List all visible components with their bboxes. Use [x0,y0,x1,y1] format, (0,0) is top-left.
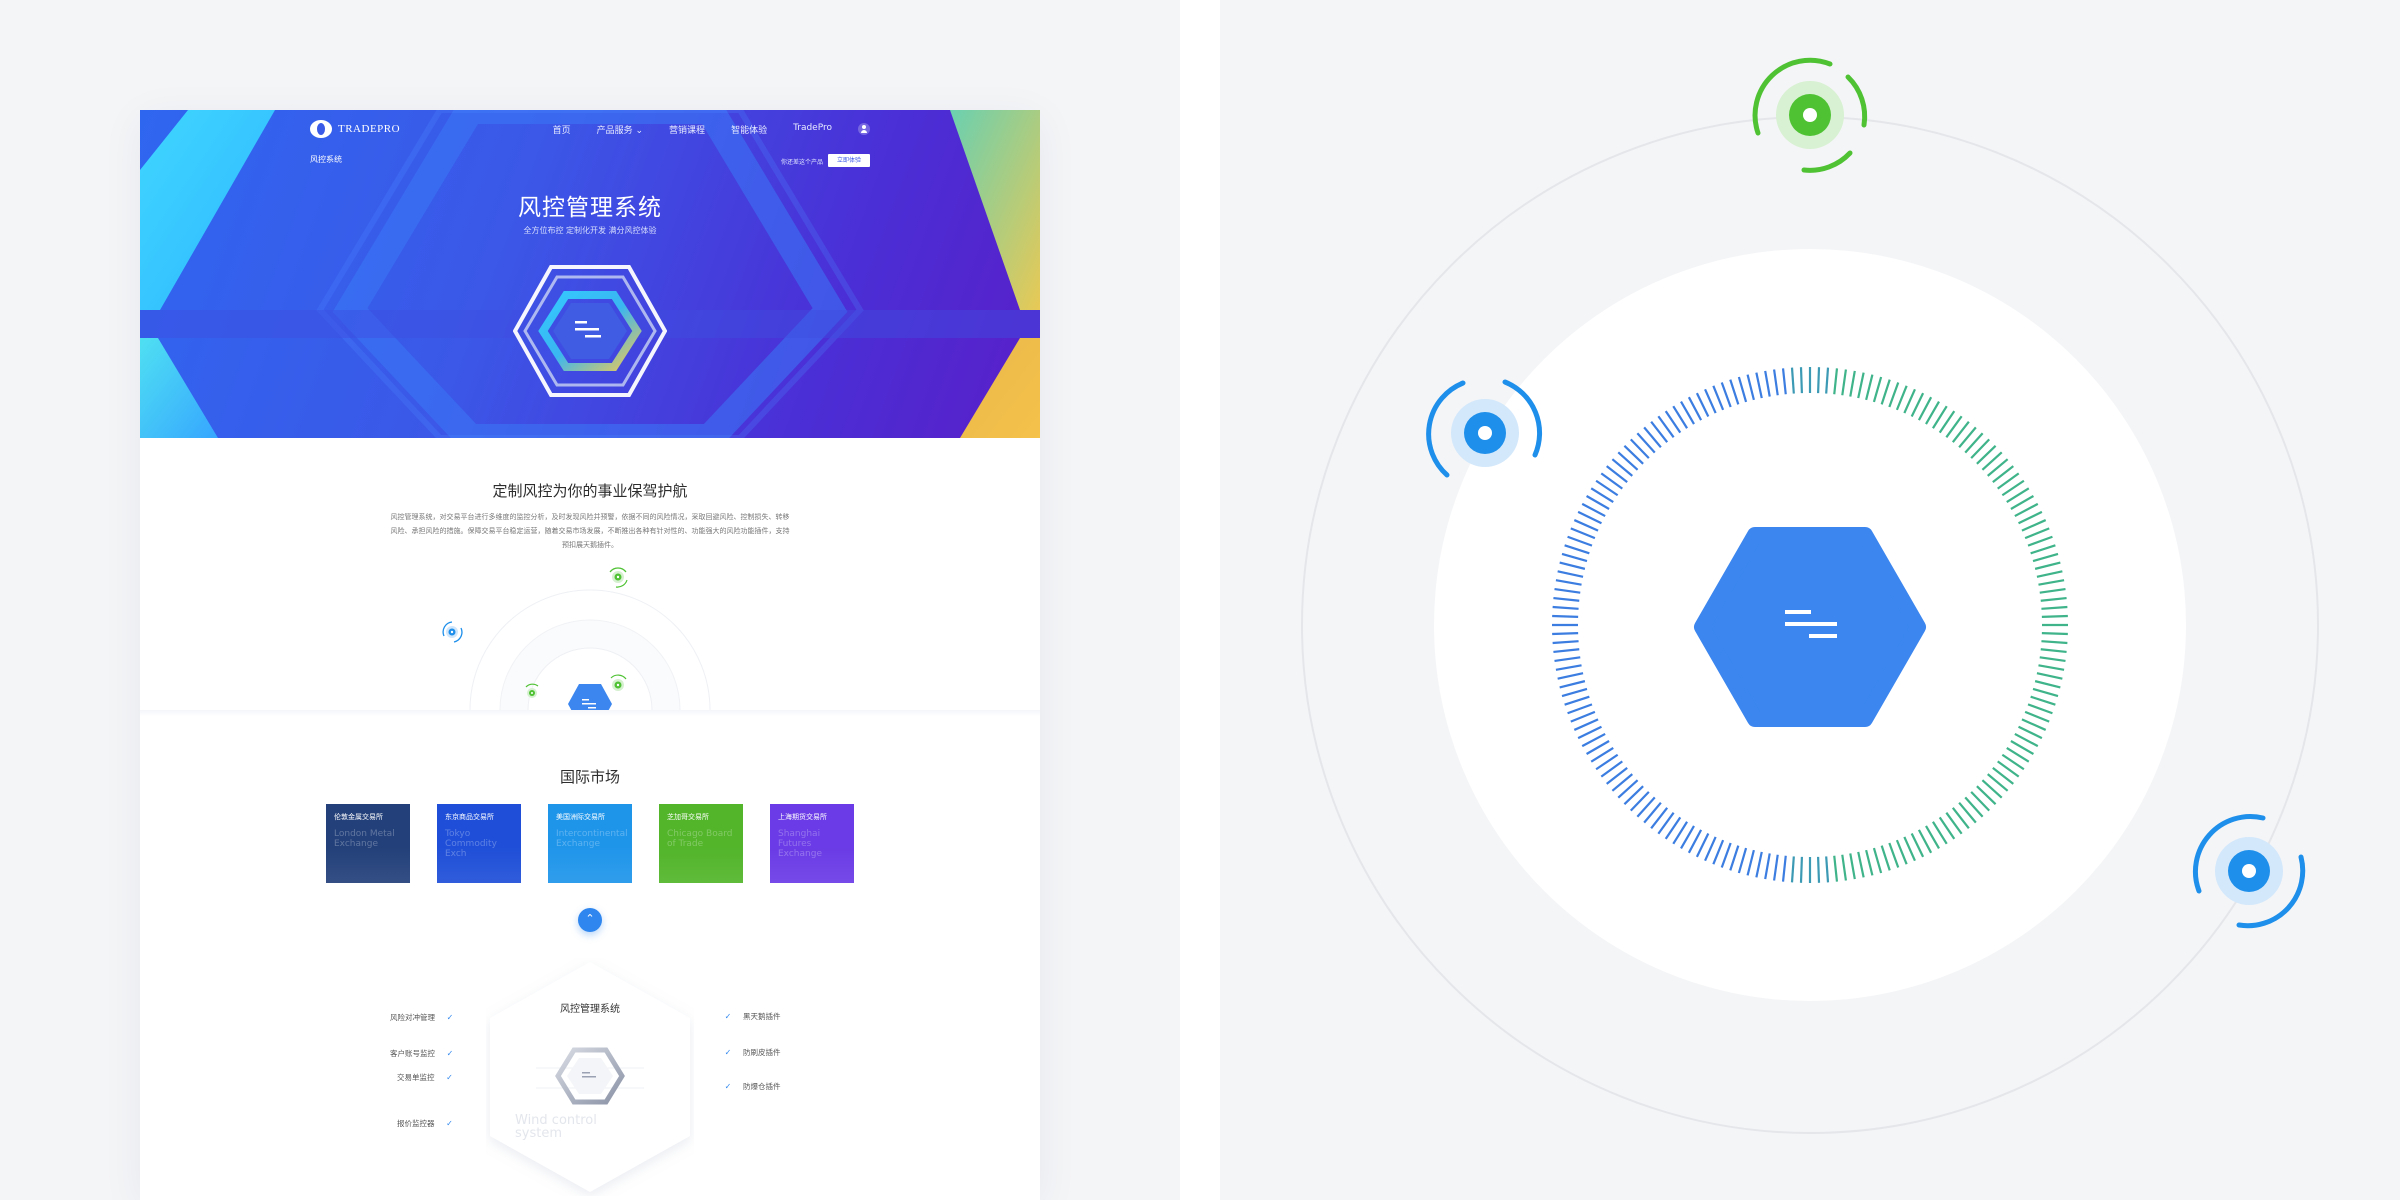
check-icon: ✓ [446,1048,454,1058]
market-card-name: 上海期货交易所 [778,813,827,821]
check-icon: ✓ [724,1011,732,1021]
tick-mark [1816,856,1821,883]
feature-label: 黑天鹅插件 [743,1012,781,1021]
tick-mark [1552,631,1579,636]
feature-left-3: 交易单监控 ✓ [397,1072,455,1083]
try-now-button[interactable]: 立即体验 [828,154,870,167]
check-icon: ✓ [446,1118,453,1128]
user-icon[interactable] [858,123,870,135]
logo-text: TRADEPRO [338,123,401,135]
market-card-english: London Metal Exchange [334,829,395,849]
market-card-english: Shanghai Futures Exchange [778,829,822,859]
risk-diagram-large [1301,57,2319,1134]
tick-mark [1816,367,1821,394]
market-card-cbot[interactable]: 芝加哥交易所 Chicago Board of Trade [659,804,743,883]
intro-title: 定制风控为你的事业保驾护航 [492,482,688,500]
feature-label: 交易单监控 [397,1073,435,1082]
tick-mark [1799,367,1804,394]
feature-title: 风控管理系统 [560,1004,620,1015]
check-icon: ✓ [446,1012,454,1022]
hero-hexagon-icon [513,265,667,397]
chevron-down-icon: ⌄ [635,126,644,136]
feature-left-2: 客户账号监控 ✓ [390,1048,455,1059]
feature-right-2: ✓ 防刷皮插件 [723,1047,781,1058]
left-panel: TRADEPRO 首页 产品服务 ⌄ 营销课程 智能体验 TradePro 风控… [0,0,1180,1200]
top-navigation: TRADEPRO 首页 产品服务 ⌄ 营销课程 智能体验 TradePro [140,110,1040,150]
feature-label: 防刷皮插件 [743,1048,781,1057]
green-node-icon [1752,57,1868,173]
market-card-name: 芝加哥交易所 [667,813,709,821]
market-card-shfe[interactable]: 上海期货交易所 Shanghai Futures Exchange [770,804,854,883]
intro-description: 风控管理系统，对交易平台进行多维度的监控分析，及时发现风险并预警，依据不同的风险… [390,513,790,549]
tick-mark [1552,614,1579,619]
feature-right-1: ✓ 黑天鹅插件 [723,1011,781,1022]
logo-icon [310,120,332,138]
right-panel-zoom [1220,0,2400,1200]
market-card-name: 美国洲际交易所 [556,813,605,821]
nav-item-experience[interactable]: 智能体验 [731,123,767,136]
nav-item-home[interactable]: 首页 [553,123,571,136]
arrow-up-icon[interactable]: ⌃ [578,908,602,932]
nav-item-products-label: 产品服务 [596,126,633,136]
feature-right-3: ✓ 防爆仓插件 [723,1081,781,1092]
tick-mark [2041,631,2068,636]
feature-english-caption: Wind control system [515,1113,597,1141]
subnav-title: 风控系统 [310,155,342,164]
tick-mark [1799,856,1804,883]
check-icon: ✓ [724,1081,732,1091]
panel-divider [1180,0,1220,1200]
feature-left-4: 报价监控器 ✓ [397,1118,455,1129]
hero-banner: TRADEPRO 首页 产品服务 ⌄ 营销课程 智能体验 TradePro 风控… [140,110,1040,438]
feature-label: 客户账号监控 [390,1049,435,1058]
market-card-english: Tokyo Commodity Exch [445,829,497,859]
nav-item-courses[interactable]: 营销课程 [669,123,705,136]
webpage-mockup: TRADEPRO 首页 产品服务 ⌄ 营销课程 智能体验 TradePro 风控… [140,110,1040,1200]
market-card-ice[interactable]: 美国洲际交易所 Intercontinental Exchange [548,804,632,883]
feature-label: 风险对冲管理 [390,1013,435,1022]
market-card-name: 伦敦金属交易所 [334,813,383,821]
feature-hexagon-card [490,962,690,1192]
market-card-english: Chicago Board of Trade [667,829,733,849]
feature-label: 防爆仓插件 [743,1082,781,1091]
market-card-tocom[interactable]: 东京商品交易所 Tokyo Commodity Exch [437,804,521,883]
hero-title: 风控管理系统 [518,195,662,221]
feature-left-1: 风险对冲管理 ✓ [390,1012,455,1023]
nav-menu: 首页 产品服务 ⌄ 营销课程 智能体验 TradePro [553,123,870,136]
feature-label: 报价监控器 [397,1119,435,1128]
trial-hint: 你还差这个产品 [781,159,824,166]
logo[interactable]: TRADEPRO [310,120,400,138]
risk-diagram-mini [442,567,711,710]
nav-item-products[interactable]: 产品服务 ⌄ [597,123,643,136]
nav-item-tradepro[interactable]: TradePro [793,123,832,136]
market-card-english: Intercontinental Exchange [556,829,628,849]
market-cards: 伦敦金属交易所 London Metal Exchange 东京商品交易所 To… [326,804,854,883]
check-icon: ✓ [724,1047,732,1057]
markets-title: 国际市场 [559,768,620,786]
section-divider [140,710,1040,716]
check-icon: ✓ [446,1072,453,1082]
blue-node-icon-right [2192,814,2306,929]
market-card-lme[interactable]: 伦敦金属交易所 London Metal Exchange [326,804,410,883]
market-card-name: 东京商品交易所 [445,813,494,821]
core-hexagon-icon [1694,527,1926,727]
tick-mark [2041,614,2068,619]
hero-subtitle: 全方位布控 定制化开发 满分风控体验 [523,226,657,235]
